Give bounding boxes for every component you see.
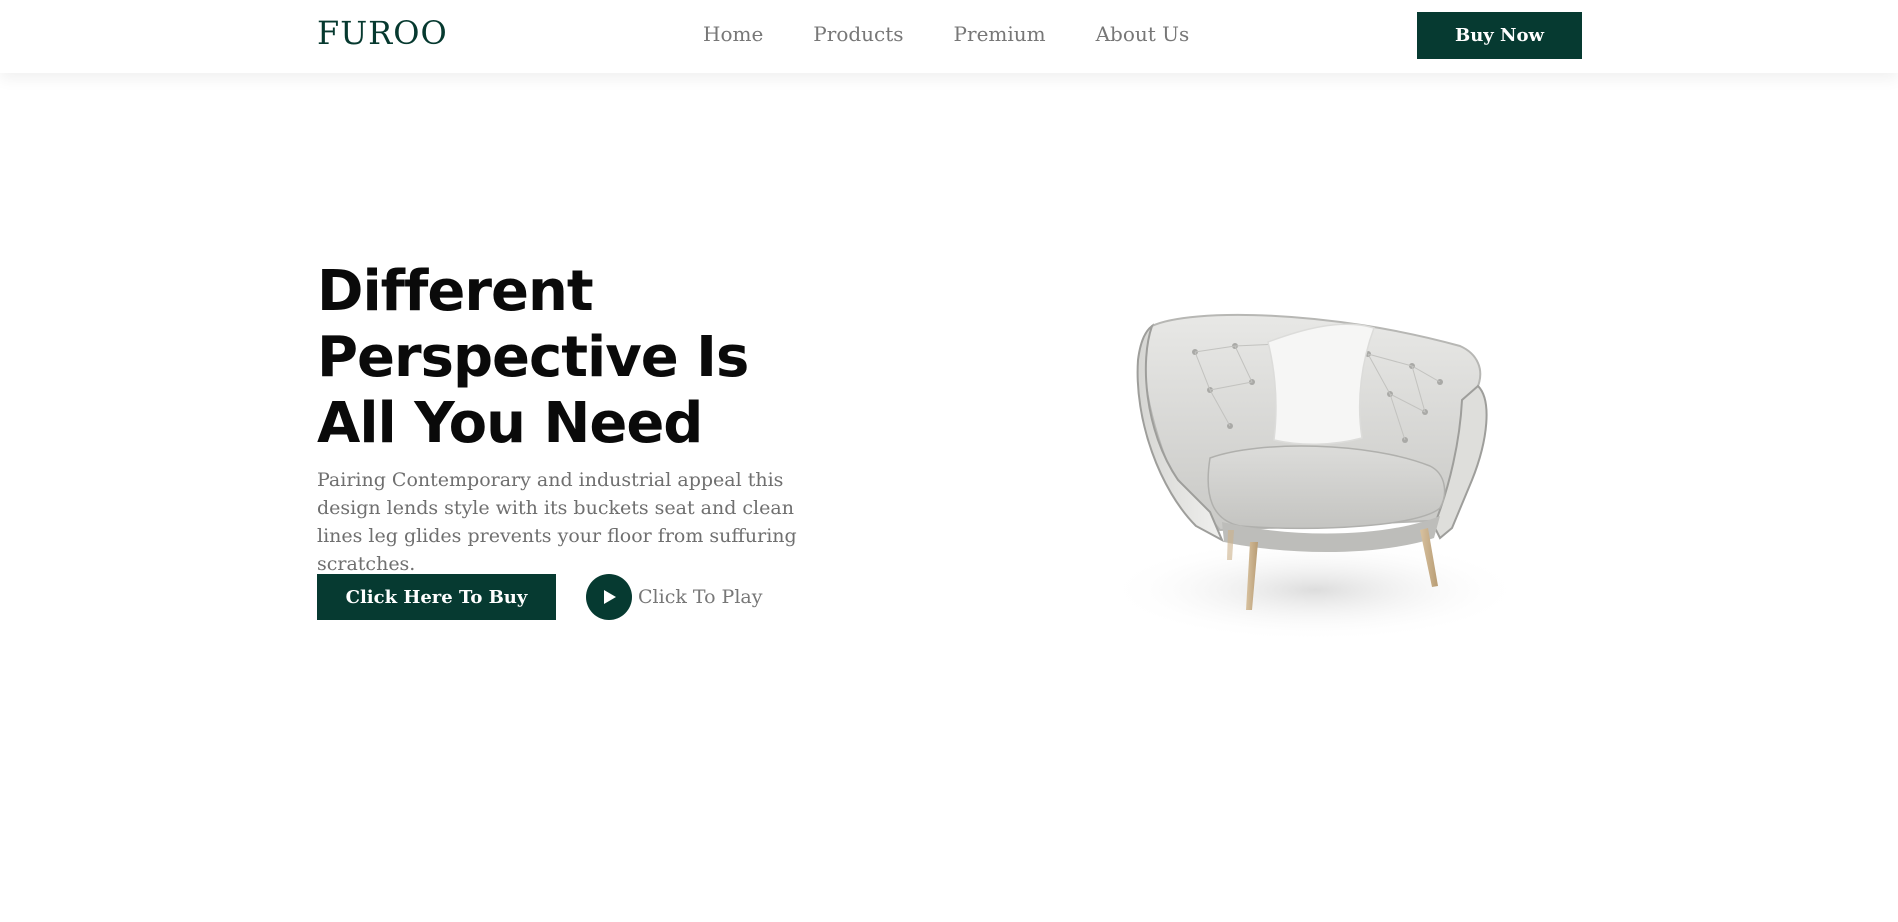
armchair-image <box>1105 313 1525 642</box>
play-button[interactable] <box>586 574 632 620</box>
play-icon <box>604 590 616 604</box>
nav-about-us[interactable]: About Us <box>1096 22 1190 46</box>
nav-premium[interactable]: Premium <box>954 22 1046 46</box>
hero-title: Different Perspective Is All You Need <box>317 259 749 456</box>
click-here-to-buy-button[interactable]: Click Here To Buy <box>317 574 556 620</box>
main-nav: Home Products Premium About Us <box>703 22 1189 46</box>
nav-home[interactable]: Home <box>703 22 763 46</box>
nav-products[interactable]: Products <box>813 22 903 46</box>
site-header: FUROO Home Products Premium About Us Buy… <box>0 0 1898 73</box>
click-to-play-label[interactable]: Click To Play <box>638 586 762 608</box>
play-control[interactable]: Click To Play <box>586 574 762 620</box>
buy-now-button[interactable]: Buy Now <box>1417 12 1582 59</box>
brand-logo[interactable]: FUROO <box>317 14 448 52</box>
hero-description: Pairing Contemporary and industrial appe… <box>317 469 797 575</box>
